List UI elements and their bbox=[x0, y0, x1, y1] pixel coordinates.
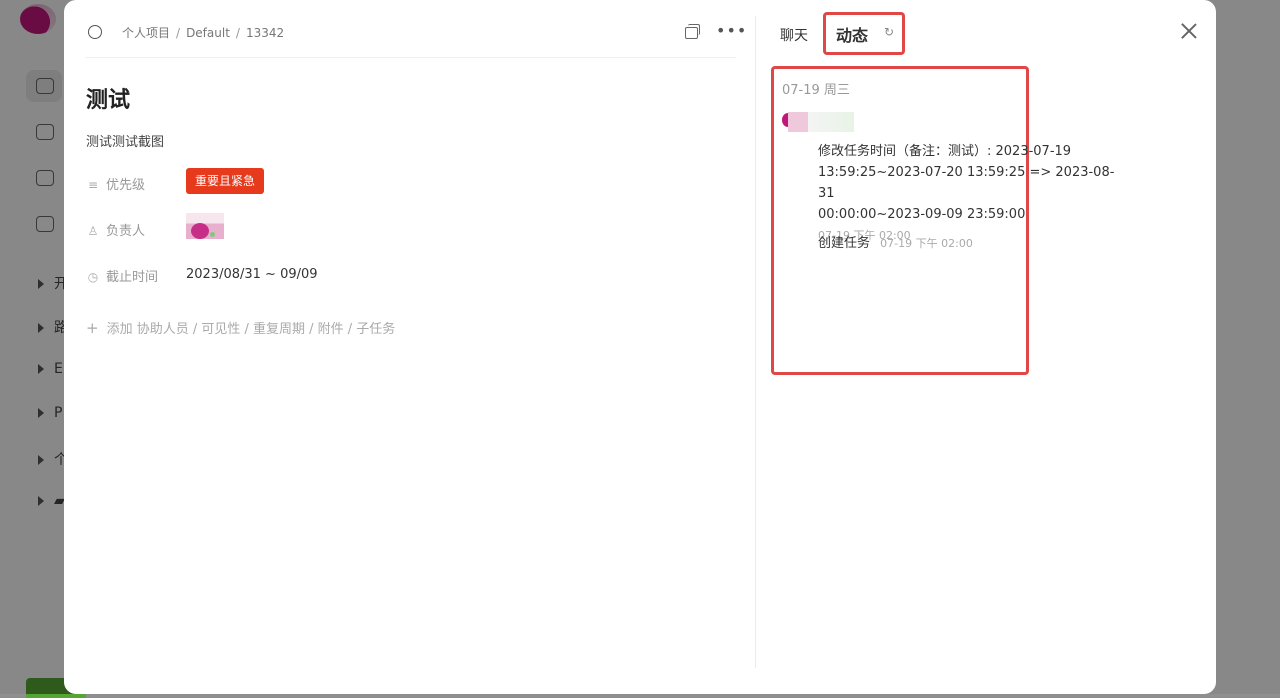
task-detail-modal: 个人项目 / Default/13342 ••• 测试 测试测试截图 ≡ 优先级 重要… bbox=[64, 0, 1216, 694]
close-icon[interactable] bbox=[1178, 20, 1200, 42]
breadcrumb: 个人项目 / Default/13342 bbox=[122, 26, 285, 40]
plus-icon: + bbox=[86, 319, 99, 337]
priority-label: 优先级 bbox=[106, 178, 146, 193]
clock-icon: ◷ bbox=[87, 270, 99, 284]
header-divider bbox=[86, 57, 736, 58]
deadline-label: 截止时间 bbox=[106, 270, 159, 285]
assignee-label: 负责人 bbox=[106, 224, 146, 239]
more-icon[interactable]: ••• bbox=[716, 22, 746, 40]
add-more-row[interactable]: + 添加 协助人员 / 可见性 / 重复周期 / 附件 / 子任务 bbox=[86, 318, 395, 337]
feed-date: 07-19 周三 bbox=[782, 83, 850, 98]
task-detail-pane: 个人项目 / Default/13342 ••• 测试 测试测试截图 ≡ 优先级 重要… bbox=[64, 0, 754, 694]
task-header: 个人项目 / Default/13342 ••• bbox=[86, 20, 746, 44]
breadcrumb-id: 13342 bbox=[245, 26, 285, 40]
activity-pane: 聊天 动态 ↻ 07-19 周三 修改任务时间（备注：测试）: 2023-07-… bbox=[756, 0, 1216, 694]
priority-field: ≡ 优先级 重要且紧急 bbox=[86, 168, 686, 196]
priority-tag[interactable]: 重要且紧急 bbox=[186, 168, 265, 194]
highlight-box bbox=[823, 12, 905, 55]
task-description[interactable]: 测试测试截图 bbox=[86, 131, 164, 150]
activity-entry: 创建任务 07-19 下午 02:00 bbox=[818, 236, 973, 251]
activity-entry: 修改任务时间（备注：测试）: 2023-07-19 13:59:25~2023-… bbox=[818, 141, 1118, 246]
task-title[interactable]: 测试 bbox=[86, 82, 130, 114]
tab-chat[interactable]: 聊天 bbox=[780, 25, 808, 45]
copy-icon[interactable] bbox=[682, 22, 700, 40]
deadline-value[interactable]: 2023/08/31 ~ 09/09 bbox=[186, 267, 318, 282]
online-dot bbox=[210, 232, 215, 237]
user-icon: ♙ bbox=[87, 224, 99, 238]
assignee-field: ♙ 负责人 bbox=[86, 213, 686, 242]
assignee-avatar[interactable] bbox=[186, 213, 224, 239]
add-more-label: 添加 协助人员 / 可见性 / 重复周期 / 附件 / 子任务 bbox=[106, 322, 396, 337]
breadcrumb-list[interactable]: Default bbox=[186, 26, 230, 40]
priority-icon: ≡ bbox=[87, 178, 99, 192]
activity-time: 07-19 下午 02:00 bbox=[880, 237, 973, 250]
deadline-field: ◷ 截止时间 2023/08/31 ~ 09/09 bbox=[86, 260, 686, 288]
activity-avatar bbox=[782, 110, 854, 134]
breadcrumb-project[interactable]: 个人项目 bbox=[122, 26, 170, 40]
complete-checkbox[interactable] bbox=[88, 25, 102, 39]
